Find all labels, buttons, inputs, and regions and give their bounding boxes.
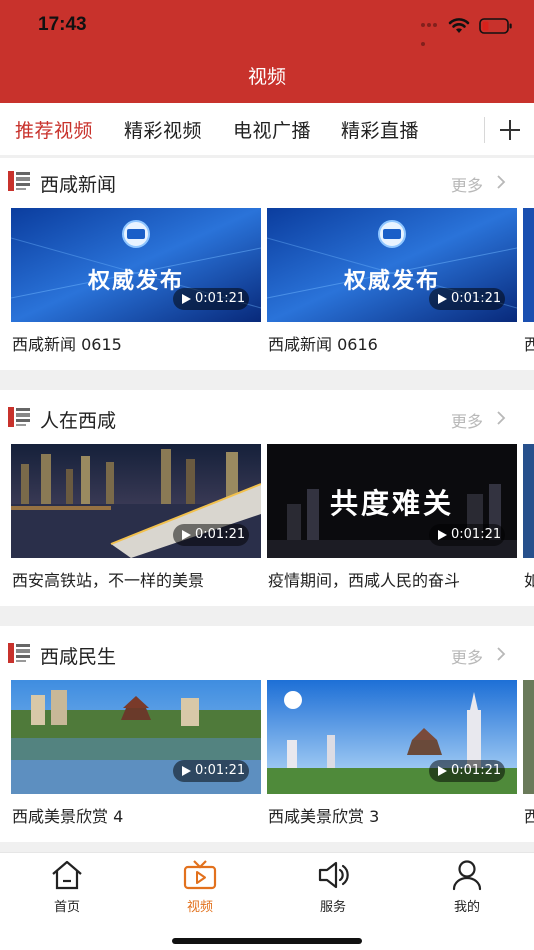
section-separator <box>0 842 534 852</box>
tab-recommended-videos[interactable]: 推荐视频 <box>15 116 93 143</box>
home-indicator <box>172 938 362 944</box>
section-title: 西咸民生 <box>40 646 117 668</box>
more-link[interactable]: 更多 <box>451 172 483 196</box>
video-list: 0:01:21 西咸美景欣赏 4 0:01:21 西咸美景欣赏 3 西 <box>0 680 534 835</box>
section-logo-icon <box>8 407 30 427</box>
tab-featured-live[interactable]: 精彩直播 <box>341 116 419 143</box>
video-card[interactable]: 西 <box>523 680 534 830</box>
video-card[interactable]: 权威发布 0:01:21 西咸新闻 0616 <box>267 208 517 358</box>
bottom-nav: 首页 视频 服务 我的 <box>0 852 534 950</box>
duration-badge: 0:01:21 <box>429 288 505 310</box>
video-caption[interactable]: 疫情期间，西咸人民的奋斗 <box>268 567 460 591</box>
video-card[interactable]: 共度难关 0:01:21 疫情期间，西咸人民的奋斗 <box>267 444 517 594</box>
category-tabs: 推荐视频 精彩视频 电视广播 精彩直播 <box>0 103 534 155</box>
duration-text: 0:01:21 <box>195 763 246 778</box>
video-caption[interactable]: 西 <box>524 803 534 827</box>
play-icon <box>182 294 191 304</box>
play-icon <box>438 530 447 540</box>
wifi-icon <box>448 18 470 33</box>
nav-profile[interactable]: 我的 <box>432 859 502 915</box>
play-icon <box>438 294 447 304</box>
more-link[interactable]: 更多 <box>451 644 483 668</box>
video-thumbnail[interactable] <box>523 680 534 794</box>
duration-badge: 0:01:21 <box>429 524 505 546</box>
video-card[interactable]: 0:01:21 西安高铁站，不一样的美景 <box>11 444 261 594</box>
play-icon <box>182 766 191 776</box>
section-separator <box>0 370 534 390</box>
duration-badge: 0:01:21 <box>173 760 249 782</box>
video-card[interactable]: 0:01:21 西咸美景欣赏 4 <box>11 680 261 830</box>
section-livelihood: 西咸民生 更多 0:01:21 西咸美景欣赏 4 0:01:21 西咸美景欣赏 … <box>0 630 534 842</box>
add-channel-icon[interactable] <box>498 118 522 142</box>
section-title: 人在西咸 <box>40 410 117 432</box>
nav-service[interactable]: 服务 <box>298 859 368 915</box>
play-icon <box>182 530 191 540</box>
more-link[interactable]: 更多 <box>451 408 483 432</box>
speaker-icon <box>318 861 349 889</box>
video-caption[interactable]: 西咸美景欣赏 4 <box>12 803 123 827</box>
video-caption[interactable]: 西咸新闻 0616 <box>268 331 378 355</box>
duration-badge: 0:01:21 <box>173 288 249 310</box>
video-thumbnail[interactable] <box>523 444 534 558</box>
video-caption[interactable]: 西咸美景欣赏 3 <box>268 803 379 827</box>
video-caption[interactable]: 西咸新闻 0615 <box>12 331 122 355</box>
tab-featured-videos[interactable]: 精彩视频 <box>124 116 202 143</box>
video-caption[interactable]: 西 <box>524 331 534 355</box>
section-people-in-xixian: 人在西咸 更多 0:01:21 西安高铁站，不一样的美景 共度难关 0:01:2… <box>0 394 534 606</box>
app-header: 17:43 视频 <box>0 0 534 103</box>
chevron-right-icon[interactable] <box>495 174 507 190</box>
nav-label: 视频 <box>186 900 213 915</box>
duration-text: 0:01:21 <box>451 291 502 306</box>
video-thumbnail[interactable] <box>523 208 534 322</box>
tab-divider <box>484 117 485 143</box>
user-icon <box>452 860 482 891</box>
page-title: 视频 <box>247 66 286 88</box>
duration-badge: 0:01:21 <box>429 760 505 782</box>
duration-text: 0:01:21 <box>451 763 502 778</box>
video-icon <box>183 860 217 890</box>
nav-label: 首页 <box>53 900 80 915</box>
video-list: 0:01:21 西安高铁站，不一样的美景 共度难关 0:01:21 疫情期间，西… <box>0 444 534 599</box>
section-separator <box>0 606 534 626</box>
nav-label: 服务 <box>319 900 346 915</box>
play-icon <box>438 766 447 776</box>
home-icon <box>52 860 82 890</box>
video-caption[interactable]: 西安高铁站，不一样的美景 <box>12 567 204 591</box>
status-time: 17:43 <box>38 14 87 35</box>
section-title: 西咸新闻 <box>40 174 117 196</box>
tab-tv-broadcast[interactable]: 电视广播 <box>233 116 311 143</box>
signal-icon <box>421 23 443 46</box>
duration-badge: 0:01:21 <box>173 524 249 546</box>
video-card[interactable]: 权威发布 0:01:21 西咸新闻 0615 <box>11 208 261 358</box>
nav-label: 我的 <box>453 900 480 915</box>
chevron-right-icon[interactable] <box>495 410 507 426</box>
section-logo-icon <box>8 643 30 663</box>
chevron-right-icon[interactable] <box>495 646 507 662</box>
nav-home[interactable]: 首页 <box>32 859 102 915</box>
thumbnail-text: 共度难关 <box>329 487 454 520</box>
video-card[interactable]: 西 <box>523 208 534 358</box>
duration-text: 0:01:21 <box>451 527 502 542</box>
section-logo-icon <box>8 171 30 191</box>
duration-text: 0:01:21 <box>195 291 246 306</box>
video-list: 权威发布 0:01:21 西咸新闻 0615 权威发布 0:01:21 西咸新闻… <box>0 208 534 363</box>
section-xixian-news: 西咸新闻 更多 权威发布 0:01:21 西咸新闻 0615 权威发布 0:01… <box>0 158 534 370</box>
video-caption[interactable]: 如 <box>524 567 534 591</box>
battery-icon <box>479 18 512 34</box>
video-card[interactable]: 0:01:21 西咸美景欣赏 3 <box>267 680 517 830</box>
video-card[interactable]: 如 <box>523 444 534 594</box>
nav-video[interactable]: 视频 <box>165 859 235 915</box>
duration-text: 0:01:21 <box>195 527 246 542</box>
